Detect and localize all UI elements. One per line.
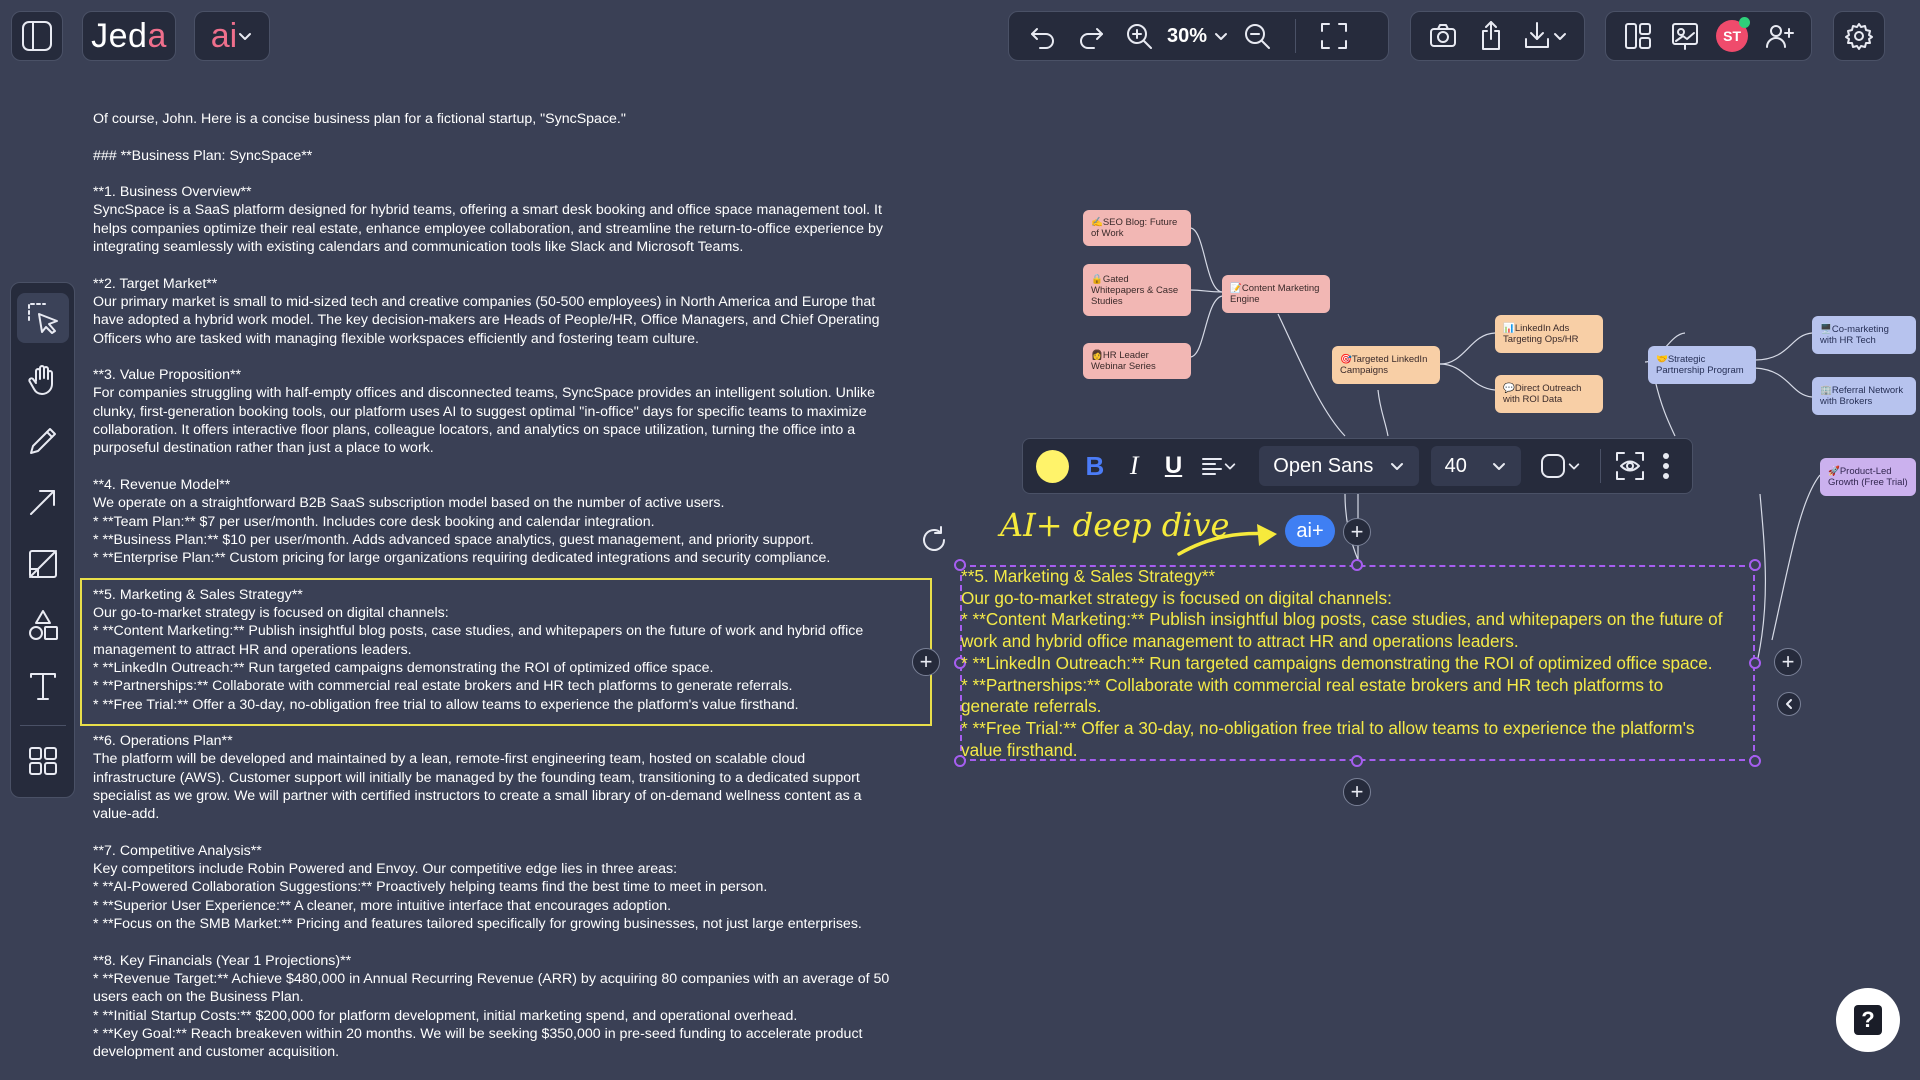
selected-text-line: **5. Marketing & Sales Strategy** xyxy=(961,566,1216,586)
node-label: 👩HR Leader Webinar Series xyxy=(1091,350,1156,372)
text-format-toolbar: B I U Open Sans 40 xyxy=(1022,438,1693,494)
rotate-icon[interactable] xyxy=(918,524,950,556)
chevron-down-icon xyxy=(1390,463,1403,470)
text-color-button[interactable] xyxy=(1033,446,1072,486)
selected-text-line: generate referrals. xyxy=(961,696,1102,717)
rounded-square-icon xyxy=(1540,454,1565,478)
chevron-left-icon xyxy=(1786,699,1792,709)
chevron-down-icon xyxy=(1224,463,1235,470)
mindmap-node-referral-network[interactable]: 🏢Referral Network with Brokers xyxy=(1812,377,1916,415)
selected-text-line: value firsthand. xyxy=(961,739,1078,760)
add-node-right-button[interactable]: + xyxy=(1774,648,1802,676)
add-node-top-button[interactable]: + xyxy=(1343,518,1371,546)
selected-text-line: * **Free Trial:** Offer a 30-day, no-obl… xyxy=(961,717,1695,738)
mindmap-node-linkedin-ads[interactable]: 📊LinkedIn Ads Targeting Ops/HR xyxy=(1495,315,1603,353)
shape-style-button[interactable] xyxy=(1533,446,1586,486)
add-node-left-button[interactable]: + xyxy=(912,648,940,676)
mindmap-node-content-engine[interactable]: 📝Content Marketing Engine xyxy=(1222,275,1330,313)
mindmap-node-direct-outreach[interactable]: 💬Direct Outreach with ROI Data xyxy=(1495,375,1603,413)
ai-eye-icon xyxy=(1615,452,1644,480)
more-vertical-icon xyxy=(1663,453,1670,479)
selected-text-line: * **Partnerships:** Collaborate with com… xyxy=(961,674,1664,695)
mindmap-node-strategic-partnership[interactable]: 🤝Strategic Partnership Program xyxy=(1648,346,1756,384)
align-left-icon xyxy=(1201,458,1222,475)
node-label: 💬Direct Outreach with ROI Data xyxy=(1503,383,1582,405)
font-size-value: 40 xyxy=(1444,454,1467,477)
node-label: 📝Content Marketing Engine xyxy=(1230,283,1320,305)
node-label: 📊LinkedIn Ads Targeting Ops/HR xyxy=(1503,323,1579,345)
node-label: 🔒Gated Whitepapers & Case Studies xyxy=(1091,273,1179,307)
mindmap-node-hr-webinar[interactable]: 👩HR Leader Webinar Series xyxy=(1083,343,1191,379)
underline-button[interactable]: U xyxy=(1157,446,1190,486)
font-family-select[interactable]: Open Sans xyxy=(1259,446,1419,486)
align-button[interactable] xyxy=(1196,446,1241,486)
node-label: 🚀Product-Led Growth (Free Trial) xyxy=(1828,466,1908,488)
mindmap-node-gated-whitepapers[interactable]: 🔒Gated Whitepapers & Case Studies xyxy=(1083,264,1191,316)
mindmap-node-co-marketing[interactable]: 🖥️Co-marketing with HR Tech xyxy=(1812,316,1916,354)
selected-text-line: work and hybrid office management to att… xyxy=(961,631,1519,652)
annotation-arrow-icon xyxy=(1177,524,1277,556)
italic-button[interactable]: I xyxy=(1118,446,1151,486)
node-label: 🖥️Co-marketing with HR Tech xyxy=(1820,324,1889,346)
help-button[interactable]: ? xyxy=(1836,988,1900,1052)
selected-text-line: Our go-to-market strategy is focused on … xyxy=(961,587,1392,608)
node-label: 🤝Strategic Partnership Program xyxy=(1656,354,1744,376)
bold-button[interactable]: B xyxy=(1078,446,1111,486)
toolbar-divider xyxy=(1600,449,1602,483)
node-label: ✍️SEO Blog: Future of Work xyxy=(1091,217,1178,239)
mindmap-node-linkedin-campaigns[interactable]: 🎯Targeted LinkedIn Campaigns xyxy=(1332,346,1440,384)
ai-vision-button[interactable] xyxy=(1609,446,1650,486)
chevron-down-icon xyxy=(1568,463,1580,470)
ai-plus-label: ai+ xyxy=(1296,519,1324,542)
mindmap-node-product-led[interactable]: 🚀Product-Led Growth (Free Trial) xyxy=(1820,458,1916,496)
chevron-down-icon xyxy=(1493,463,1506,470)
node-label: 🎯Targeted LinkedIn Campaigns xyxy=(1340,354,1428,376)
mindmap-node-seo-blog[interactable]: ✍️SEO Blog: Future of Work xyxy=(1083,210,1191,246)
collapse-button[interactable] xyxy=(1777,692,1801,716)
mindmap-connectors xyxy=(1189,227,1821,659)
node-label: 🏢Referral Network with Brokers xyxy=(1820,385,1904,407)
font-family-value: Open Sans xyxy=(1273,454,1374,477)
selected-text-line: * **LinkedIn Outreach:** Run targeted ca… xyxy=(961,652,1713,673)
add-node-bottom-button[interactable]: + xyxy=(1343,778,1371,806)
selected-text-content[interactable]: **5. Marketing & Sales Strategy** Our go-… xyxy=(961,566,1755,761)
more-options-button[interactable] xyxy=(1656,446,1676,486)
color-swatch xyxy=(1036,449,1070,483)
selected-text-line: * **Content Marketing:** Publish insight… xyxy=(961,609,1723,630)
help-icon: ? xyxy=(1854,1005,1882,1035)
font-size-select[interactable]: 40 xyxy=(1430,446,1522,486)
ai-plus-button[interactable]: ai+ xyxy=(1285,515,1335,547)
